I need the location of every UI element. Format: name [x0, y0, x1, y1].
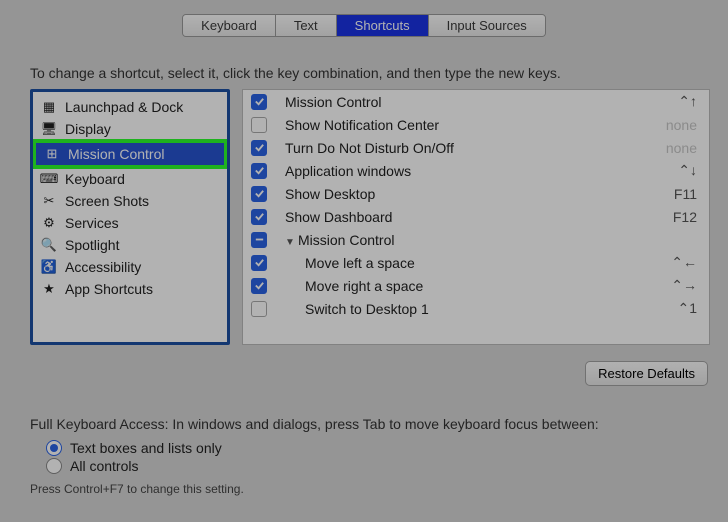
shortcut-key[interactable]: F12 [673, 209, 697, 225]
shortcut-label: ▼Mission Control [285, 232, 697, 248]
highlight-frame: ⊞ Mission Control [32, 139, 228, 169]
sidebar-item-spotlight[interactable]: 🔍 Spotlight [33, 234, 227, 256]
shortcut-row[interactable]: Show DashboardF12 [243, 205, 709, 228]
fka-option[interactable]: Text boxes and lists only [46, 440, 728, 456]
tab-input-sources[interactable]: Input Sources [429, 15, 545, 36]
sidebar-item-label: Display [65, 121, 111, 137]
shortcut-row[interactable]: Move left a space⌃← [243, 251, 709, 274]
screenshots-icon: ✂ [41, 193, 57, 209]
shortcut-checkbox[interactable] [251, 278, 267, 294]
tab-text[interactable]: Text [276, 15, 337, 36]
keyboard-preferences-window: KeyboardTextShortcutsInput Sources To ch… [0, 0, 728, 522]
category-sidebar[interactable]: ▦ Launchpad & Dock 🖥 Display ⊞ Mission Contro… [30, 89, 230, 345]
shortcut-key[interactable]: ⌃1 [677, 300, 697, 317]
keyboard-icon: ⌨ [41, 171, 57, 187]
services-icon: ⚙ [41, 215, 57, 231]
fka-option-label: All controls [70, 458, 138, 474]
tab-keyboard[interactable]: Keyboard [183, 15, 276, 36]
sidebar-item-display[interactable]: 🖥 Display [33, 118, 227, 140]
sidebar-item-mission-control[interactable]: ⊞ Mission Control [36, 143, 224, 165]
shortcut-row[interactable]: Turn Do Not Disturb On/Offnone [243, 136, 709, 159]
sidebar-item-label: Launchpad & Dock [65, 99, 183, 115]
sidebar-item-label: Keyboard [65, 171, 125, 187]
radio-button[interactable] [46, 440, 62, 456]
shortcut-key[interactable]: ⌃→ [671, 277, 697, 294]
sidebar-item-label: Accessibility [65, 259, 141, 275]
shortcut-checkbox[interactable] [251, 255, 267, 271]
shortcut-label: Show Dashboard [285, 209, 673, 225]
shortcut-row[interactable]: Move right a space⌃→ [243, 274, 709, 297]
instruction-text: To change a shortcut, select it, click t… [30, 65, 728, 81]
shortcuts-list[interactable]: Mission Control⌃↑Show Notification Cente… [242, 89, 710, 345]
tab-shortcuts[interactable]: Shortcuts [337, 15, 429, 36]
sidebar-item-label: App Shortcuts [65, 281, 153, 297]
app-shortcuts-icon: ★ [41, 281, 57, 297]
shortcut-key[interactable]: ⌃↓ [678, 162, 697, 179]
sidebar-item-screenshots[interactable]: ✂ Screen Shots [33, 190, 227, 212]
sidebar-item-services[interactable]: ⚙ Services [33, 212, 227, 234]
shortcut-row[interactable]: Show DesktopF11 [243, 182, 709, 205]
fka-option[interactable]: All controls [46, 458, 728, 474]
shortcut-row[interactable]: Application windows⌃↓ [243, 159, 709, 182]
fka-footnote: Press Control+F7 to change this setting. [30, 482, 728, 496]
shortcut-row[interactable]: Switch to Desktop 1⌃1 [243, 297, 709, 320]
sidebar-item-launchpad[interactable]: ▦ Launchpad & Dock [33, 96, 227, 118]
shortcut-label: Application windows [285, 163, 678, 179]
radio-button[interactable] [46, 458, 62, 474]
accessibility-icon: ♿ [41, 259, 57, 275]
shortcut-checkbox[interactable] [251, 94, 267, 110]
sidebar-item-accessibility[interactable]: ♿ Accessibility [33, 256, 227, 278]
shortcut-checkbox[interactable] [251, 186, 267, 202]
shortcut-key[interactable]: none [666, 117, 697, 133]
shortcut-label: Show Desktop [285, 186, 674, 202]
shortcut-key[interactable]: F11 [674, 186, 697, 202]
spotlight-icon: 🔍 [41, 237, 57, 253]
shortcut-checkbox[interactable] [251, 117, 267, 133]
sidebar-item-label: Mission Control [68, 146, 164, 162]
shortcut-checkbox[interactable] [251, 209, 267, 225]
mission-control-icon: ⊞ [44, 146, 60, 162]
sidebar-item-label: Spotlight [65, 237, 119, 253]
shortcut-row[interactable]: Mission Control⌃↑ [243, 90, 709, 113]
sidebar-item-keyboard[interactable]: ⌨ Keyboard [33, 168, 227, 190]
sidebar-item-app-shortcuts[interactable]: ★ App Shortcuts [33, 278, 227, 300]
shortcut-key[interactable]: none [666, 140, 697, 156]
shortcut-checkbox[interactable] [251, 301, 267, 317]
shortcut-key[interactable]: ⌃← [671, 254, 697, 271]
sidebar-item-label: Screen Shots [65, 193, 149, 209]
launchpad-icon: ▦ [41, 99, 57, 115]
shortcut-checkbox[interactable] [251, 140, 267, 156]
shortcut-checkbox[interactable] [251, 163, 267, 179]
shortcut-row[interactable]: Show Notification Centernone [243, 113, 709, 136]
fka-option-label: Text boxes and lists only [70, 440, 222, 456]
shortcut-key[interactable]: ⌃↑ [678, 93, 697, 110]
shortcut-label: Mission Control [285, 94, 678, 110]
shortcut-label: Switch to Desktop 1 [285, 301, 677, 317]
shortcut-row[interactable]: ▼Mission Control [243, 228, 709, 251]
shortcut-checkbox[interactable] [251, 232, 267, 248]
shortcut-label: Show Notification Center [285, 117, 666, 133]
display-icon: 🖥 [41, 121, 57, 137]
tab-bar: KeyboardTextShortcutsInput Sources [0, 14, 728, 37]
shortcut-label: Turn Do Not Disturb On/Off [285, 140, 666, 156]
disclosure-triangle-icon[interactable]: ▼ [285, 237, 295, 248]
shortcut-label: Move right a space [285, 278, 671, 294]
shortcut-label: Move left a space [285, 255, 671, 271]
restore-defaults-button[interactable]: Restore Defaults [585, 361, 708, 386]
sidebar-item-label: Services [65, 215, 119, 231]
fka-title: Full Keyboard Access: In windows and dia… [30, 416, 728, 432]
